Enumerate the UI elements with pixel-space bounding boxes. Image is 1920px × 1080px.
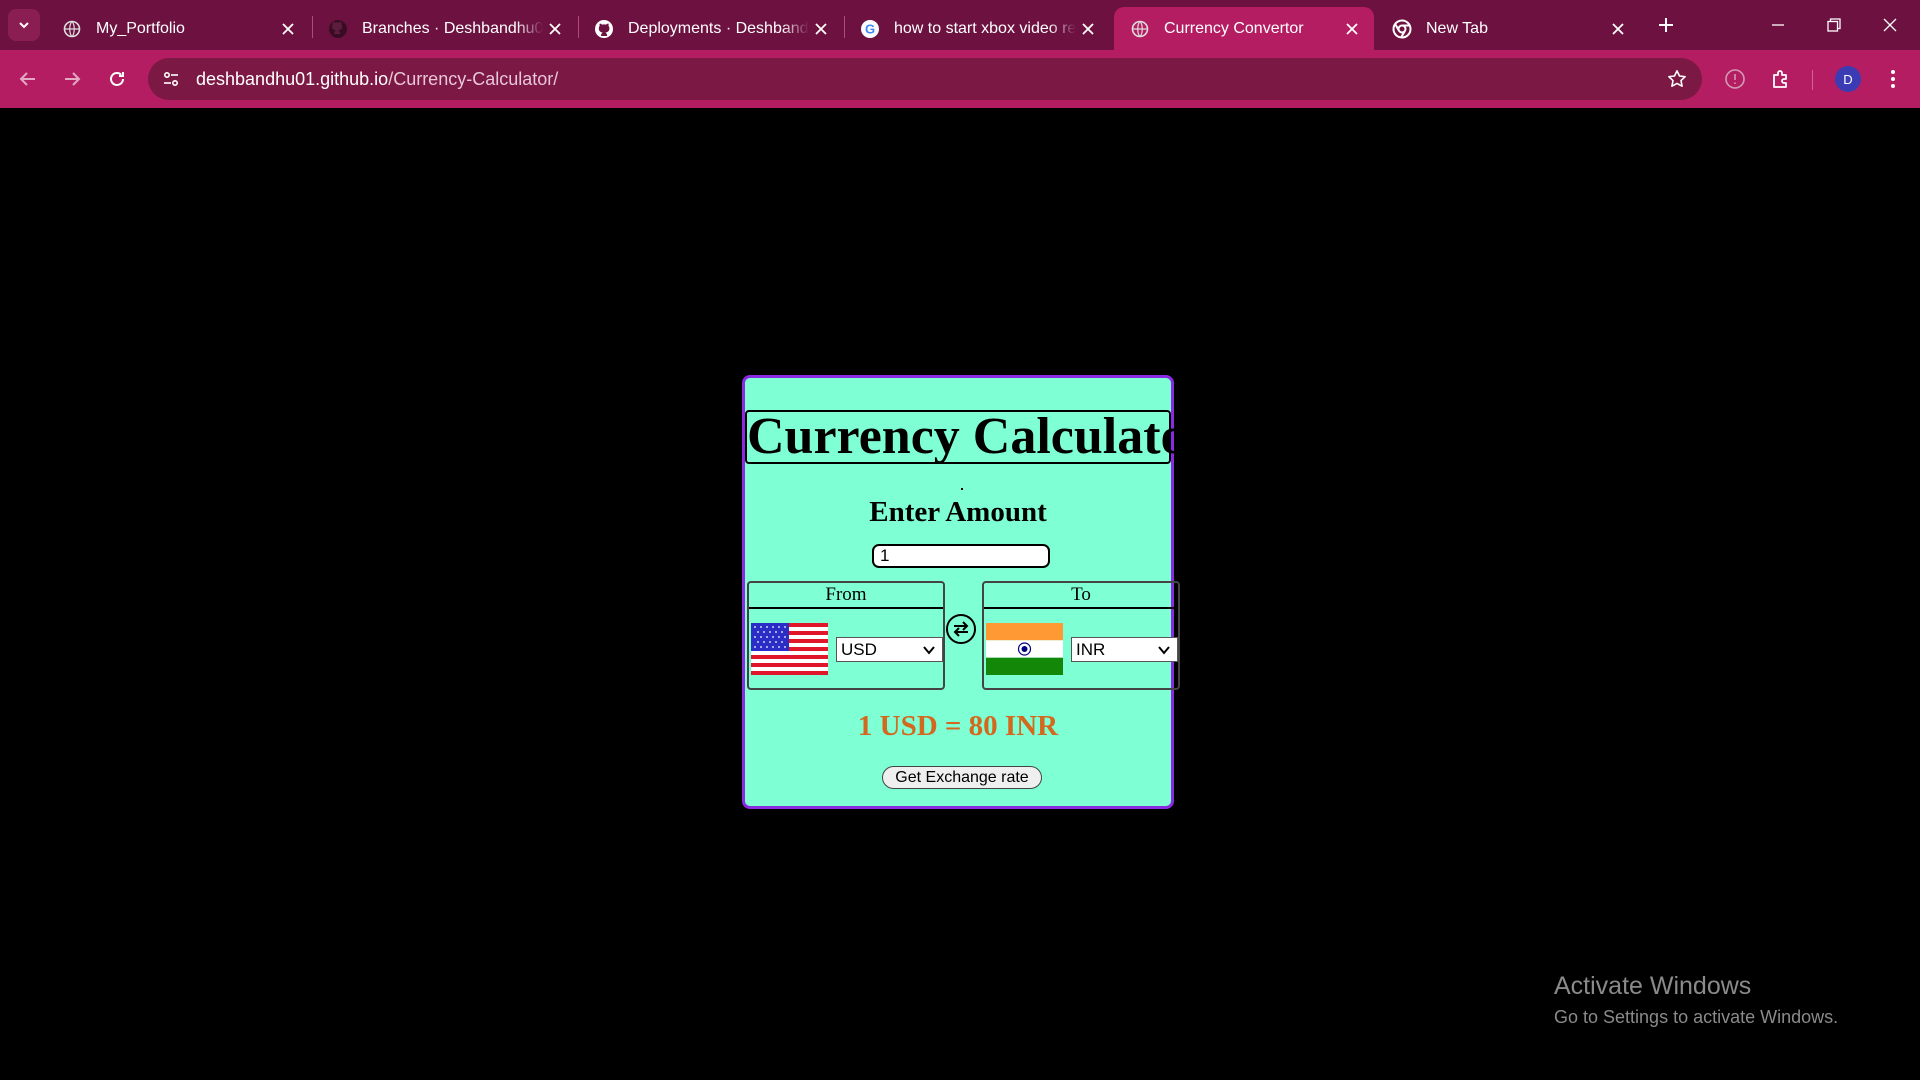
github-icon	[328, 19, 348, 39]
close-icon[interactable]	[809, 17, 833, 41]
chevron-down-icon	[923, 646, 935, 655]
to-currency-select[interactable]: INR	[1071, 637, 1178, 662]
forward-button[interactable]	[56, 63, 88, 95]
reload-button[interactable]	[101, 63, 133, 95]
tab-new-tab[interactable]: New Tab	[1376, 7, 1640, 50]
tab-currency-convertor[interactable]: Currency Convertor	[1114, 7, 1374, 50]
from-currency-select[interactable]: USD	[836, 637, 943, 662]
address-bar[interactable]: deshbandhu01.github.io/Currency-Calculat…	[148, 58, 1702, 100]
bookmark-star-icon[interactable]	[1664, 66, 1690, 92]
from-label: From	[749, 583, 943, 609]
back-button[interactable]	[12, 63, 44, 95]
svg-text:G: G	[865, 21, 875, 36]
get-exchange-rate-button[interactable]: Get Exchange rate	[882, 766, 1042, 789]
tab-title: how to start xbox video rec	[894, 19, 1076, 37]
to-currency-box: To INR	[982, 581, 1180, 690]
plus-icon	[1659, 18, 1673, 32]
watermark-title: Activate Windows	[1554, 972, 1752, 1000]
to-label: To	[984, 583, 1178, 609]
tab-my-portfolio[interactable]: My_Portfolio	[46, 7, 310, 50]
amount-input[interactable]	[872, 544, 1050, 568]
tab-branches[interactable]: Branches · Deshbandhu01/	[312, 7, 577, 50]
globe-icon	[62, 19, 82, 39]
browser-toolbar: deshbandhu01.github.io/Currency-Calculat…	[0, 50, 1920, 108]
india-flag-icon	[986, 623, 1063, 675]
tab-title: Currency Convertor	[1164, 19, 1304, 37]
extension-status-icon[interactable]	[1719, 63, 1751, 95]
globe-icon	[1130, 19, 1150, 39]
minimize-icon	[1772, 24, 1784, 26]
chrome-icon	[1392, 19, 1412, 39]
close-icon[interactable]	[1340, 17, 1364, 41]
watermark-subtitle: Go to Settings to activate Windows.	[1554, 1007, 1839, 1027]
chevron-down-icon	[1158, 646, 1170, 655]
tab-title: Branches · Deshbandhu01/	[362, 19, 543, 37]
tab-strip: My_Portfolio Branches · Deshbandhu01/ De…	[0, 0, 1920, 50]
site-info-icon[interactable]	[158, 66, 184, 92]
amount-label: Enter Amount	[869, 496, 1047, 528]
restore-button[interactable]	[1806, 0, 1862, 50]
tab-title: New Tab	[1426, 19, 1488, 37]
close-icon[interactable]	[543, 17, 567, 41]
restore-icon	[1827, 18, 1841, 32]
from-currency-box: From USD	[747, 581, 945, 690]
close-window-button[interactable]	[1862, 0, 1918, 50]
github-icon	[594, 19, 614, 39]
forward-arrow-icon	[65, 72, 81, 86]
tab-deployments[interactable]: Deployments · Deshbandhu	[578, 7, 843, 50]
close-icon	[1883, 18, 1897, 32]
windows-activation-watermark: Activate Windows Go to Settings to activ…	[1554, 972, 1838, 1028]
us-flag-icon	[751, 623, 828, 675]
to-currency-value: INR	[1076, 639, 1106, 659]
google-icon: G	[860, 19, 880, 39]
url-path: /Currency-Calculator/	[388, 69, 559, 89]
menu-kebab-icon[interactable]	[1877, 63, 1909, 95]
swap-currencies-button[interactable]	[946, 614, 976, 644]
tab-search-button[interactable]	[8, 9, 40, 41]
url-host: deshbandhu01.github.io	[196, 69, 389, 89]
profile-avatar[interactable]: D	[1835, 66, 1861, 92]
extensions-puzzle-icon[interactable]	[1765, 63, 1797, 95]
stray-dot	[961, 488, 963, 490]
minimize-button[interactable]	[1750, 0, 1806, 50]
tab-title: My_Portfolio	[96, 19, 185, 37]
swap-arrows-icon	[953, 621, 969, 637]
reload-icon	[110, 72, 124, 86]
close-icon[interactable]	[276, 17, 300, 41]
toolbar-divider	[1812, 70, 1813, 90]
url-text[interactable]: deshbandhu01.github.io/Currency-Calculat…	[196, 69, 558, 90]
currency-card: Currency Calculator Enter Amount From US…	[742, 375, 1210, 809]
close-icon[interactable]	[1606, 17, 1630, 41]
exchange-result: 1 USD = 80 INR	[857, 710, 1059, 742]
back-arrow-icon	[19, 72, 35, 86]
page-title: Currency Calculator	[745, 408, 1210, 465]
new-tab-button[interactable]	[1652, 11, 1680, 39]
close-icon[interactable]	[1076, 17, 1100, 41]
tab-google-search[interactable]: G how to start xbox video rec	[844, 7, 1110, 50]
from-currency-value: USD	[841, 639, 877, 659]
chevron-down-icon	[19, 22, 29, 29]
tab-title: Deployments · Deshbandhu	[628, 19, 809, 37]
